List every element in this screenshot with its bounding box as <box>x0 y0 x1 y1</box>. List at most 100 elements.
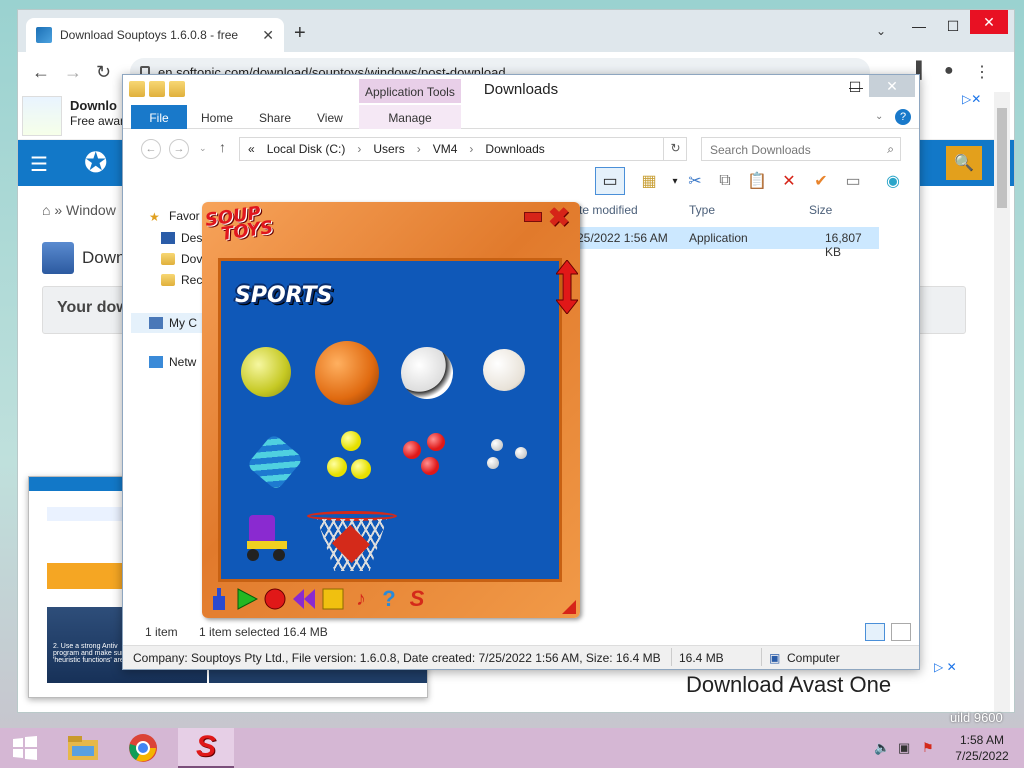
tennis-ball-icon[interactable] <box>241 347 291 397</box>
souptoys-minimize-button[interactable] <box>524 212 542 222</box>
maximize-button[interactable]: ☐ <box>936 14 970 38</box>
desktop-icon <box>161 232 175 244</box>
souptoys-s-icon[interactable]: S <box>406 586 428 611</box>
nav-downloads[interactable]: Dov <box>161 252 202 266</box>
basketball-hoop-icon[interactable] <box>307 511 397 575</box>
roller-skate-icon[interactable] <box>243 515 289 563</box>
record-icon[interactable] <box>264 587 286 611</box>
column-size[interactable]: Size <box>809 203 832 217</box>
baseball-icon[interactable] <box>483 349 525 391</box>
refresh-button[interactable]: ↻ <box>663 137 687 161</box>
home-icon[interactable]: ⌂ <box>42 202 50 218</box>
address-part-drive[interactable]: Local Disk (C:) <box>267 142 346 156</box>
tab-manage[interactable]: Manage <box>359 105 461 129</box>
nav-recent[interactable]: Rec <box>161 273 202 287</box>
taskbar-file-explorer[interactable] <box>58 728 108 768</box>
globe-icon[interactable]: ◉ <box>881 169 905 193</box>
recent-folder-icon <box>161 274 175 286</box>
explorer-back-button[interactable]: ← <box>141 139 161 159</box>
menu-icon[interactable]: ⋮ <box>974 62 990 82</box>
paste-icon[interactable]: 📋 <box>745 169 769 193</box>
column-date-modified[interactable]: te modified <box>579 203 638 217</box>
delete-icon[interactable]: ✕ <box>777 169 801 193</box>
softonic-logo-icon[interactable]: ✪ <box>84 146 107 179</box>
preview-pane-icon[interactable]: ▭ <box>595 167 625 195</box>
tab-file[interactable]: File <box>131 105 187 129</box>
tab-search-icon[interactable]: ⌄ <box>876 24 886 38</box>
explorer-address-bar[interactable]: « Local Disk (C:) › Users › VM4 › Downlo… <box>239 137 687 161</box>
rewind-icon[interactable] <box>292 587 316 611</box>
tab-view[interactable]: View <box>309 105 351 129</box>
nav-favorites[interactable]: ★ Favor <box>149 209 200 224</box>
basketball-icon[interactable] <box>315 341 379 405</box>
resize-grip-icon[interactable] <box>562 600 576 614</box>
explorer-maximize-button[interactable]: ☐ <box>841 77 869 97</box>
computer-small-icon: ▣ <box>769 651 781 665</box>
search-downloads-input[interactable]: Search Downloads ⌕ <box>701 137 901 161</box>
details-view-icon[interactable] <box>865 623 885 641</box>
nav-label: Rec <box>181 273 203 287</box>
nav-network[interactable]: Netw <box>149 355 196 369</box>
large-icons-view-icon[interactable] <box>891 623 911 641</box>
music-icon[interactable]: ♪ <box>350 587 372 611</box>
red-balls-icon[interactable] <box>403 433 455 481</box>
ad-choices-icon[interactable]: ▷✕ <box>962 92 981 106</box>
pump-icon[interactable] <box>208 587 230 611</box>
souptoys-window: SOUP TOYS ✖ SPORTS ♪ ? S <box>202 202 580 618</box>
profile-icon[interactable]: ● <box>944 62 954 80</box>
yellow-balls-icon[interactable] <box>327 431 377 483</box>
nav-my-computer[interactable]: My C <box>131 313 203 333</box>
white-balls-icon[interactable] <box>485 439 531 479</box>
collapse-ribbon-icon[interactable]: ⌄ <box>875 111 883 122</box>
properties-icon[interactable]: ▭ <box>841 169 865 193</box>
page-scrollbar[interactable] <box>994 92 1010 712</box>
breadcrumb-text[interactable]: » Window <box>54 202 115 218</box>
network-tray-icon[interactable]: ▣ <box>898 740 910 756</box>
computer-icon <box>149 317 163 329</box>
spring-toy-icon[interactable] <box>246 433 304 491</box>
hamburger-menu-icon[interactable]: ☰ <box>30 152 48 177</box>
reload-icon[interactable]: ↻ <box>96 62 111 83</box>
taskbar-chrome[interactable] <box>118 728 168 768</box>
start-button[interactable] <box>0 728 50 768</box>
forward-icon[interactable]: → <box>64 62 82 83</box>
new-tab-button[interactable]: + <box>294 22 306 45</box>
search-placeholder: Search Downloads <box>710 143 811 157</box>
soccer-ball-icon[interactable] <box>401 347 453 399</box>
rename-icon[interactable]: ✔ <box>809 169 833 193</box>
volume-muted-icon[interactable]: 🔈 <box>874 740 890 756</box>
site-search-button[interactable]: 🔍 <box>946 146 982 180</box>
ad-choices-icon[interactable]: ▷ ✕ <box>934 660 957 674</box>
back-icon[interactable]: ← <box>32 62 50 83</box>
close-window-button[interactable]: ✕ <box>970 10 1008 34</box>
play-icon[interactable] <box>236 587 258 611</box>
cut-icon[interactable]: ✂ <box>683 169 707 193</box>
explorer-forward-button[interactable]: → <box>169 139 189 159</box>
taskbar-souptoys[interactable]: S <box>178 728 234 768</box>
souptoys-taskbar-icon: S <box>195 730 216 763</box>
help-icon[interactable]: ? <box>378 586 400 611</box>
minimize-button[interactable]: — <box>902 14 936 38</box>
recent-locations-icon[interactable]: ⌄ <box>199 143 207 154</box>
souptoys-close-button[interactable]: ✖ <box>548 202 570 233</box>
tab-home[interactable]: Home <box>193 105 241 129</box>
help-icon[interactable]: ? <box>895 109 911 125</box>
change-view-icon[interactable]: ▦ <box>637 169 661 193</box>
browser-tab[interactable]: Download Souptoys 1.6.0.8 - free ✕ <box>26 18 284 52</box>
close-tab-icon[interactable]: ✕ <box>262 27 274 44</box>
explorer-close-button[interactable]: ✕ <box>869 75 915 97</box>
up-button[interactable]: ↑ <box>219 139 226 155</box>
taskbar-clock[interactable]: 1:58 AM 7/25/2022 <box>948 732 1016 764</box>
stop-icon[interactable] <box>322 587 344 611</box>
nav-desktop[interactable]: Des <box>161 231 202 245</box>
address-part-vm4[interactable]: VM4 <box>433 142 458 156</box>
tab-share[interactable]: Share <box>251 105 299 129</box>
address-part-downloads[interactable]: Downloads <box>485 142 544 156</box>
board-scroll-arrow[interactable] <box>554 259 580 315</box>
scrollbar-thumb[interactable] <box>997 108 1007 208</box>
action-center-icon[interactable]: ⚑ <box>922 740 934 756</box>
copy-icon[interactable]: ⧉ <box>713 169 737 193</box>
address-part-users[interactable]: Users <box>373 142 404 156</box>
file-row[interactable]: 25/2022 1:56 AM Application 16,807 KB <box>569 227 879 259</box>
column-type[interactable]: Type <box>689 203 715 217</box>
